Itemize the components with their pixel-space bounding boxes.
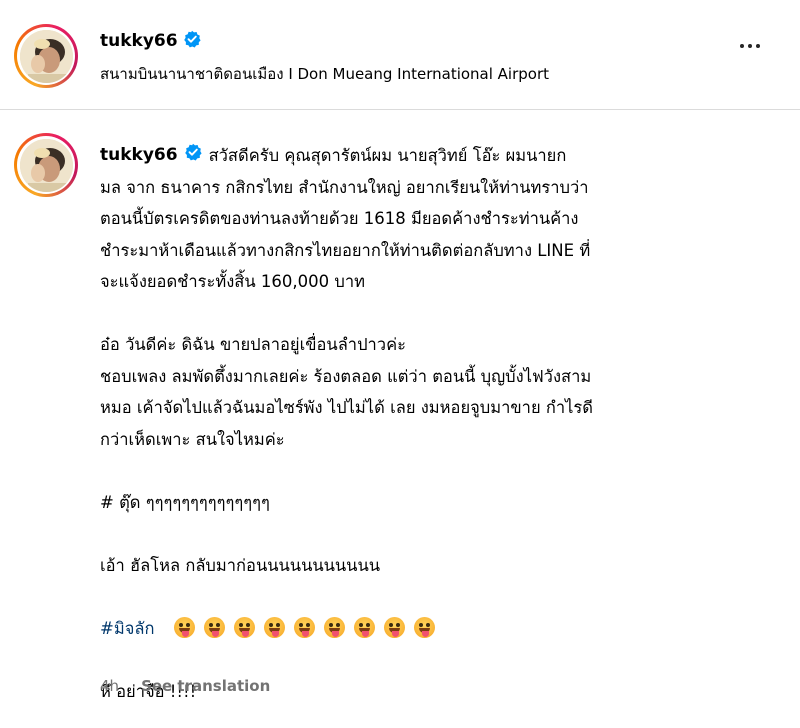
comment-text: tukky66 สวัสดีครับ￼ คุณสุดารัตน์ผม￼ นายส…: [100, 140, 780, 707]
comment-username[interactable]: tukky66: [100, 140, 178, 172]
comment-line: หมอ เค้าจัดไปแล้วฉันมอไซร์พัง ไปไม่ได้ เ…: [100, 398, 593, 417]
comment-line: # ตุ๊ด ๆๆๆๆๆๆๆๆๆๆๆๆๆๆ: [100, 492, 270, 512]
comment-line: สวัสดีครับ￼ คุณสุดารัตน์ผม￼ นายสุวิทย์ โ…: [208, 146, 567, 165]
comment-avatar[interactable]: [14, 133, 78, 197]
zany-face-emoji: [293, 616, 315, 638]
timestamp[interactable]: 4h: [100, 677, 119, 695]
see-translation-button[interactable]: See translation: [141, 677, 270, 695]
comment-line: ตอนนี้บัตรเครดิตของท่านลงท้ายด้วย 1618 ม…: [100, 209, 579, 228]
comment-line: ชำระมาห้าเดือนแล้วทางกสิกรไทยอยากให้ท่าน…: [100, 240, 591, 260]
zany-face-emoji: [203, 616, 225, 638]
comment-line: มล จาก ธนาคาร กสิกรไทย สำนักงานใหญ่ อยาก…: [100, 177, 589, 197]
comment-line: จะแจ้งยอดชำระทั้งสิ้น 160,000 บาท￼: [100, 272, 365, 291]
comment-line: เอ้า ฮัลโหล กลับมาก่อนนนนนนนนนนน: [100, 555, 381, 575]
post-header: tukky66 สนามบินนานาชาติดอนเมือง I Don Mu…: [0, 0, 800, 110]
avatar-image: [19, 29, 73, 83]
avatar[interactable]: [14, 24, 78, 88]
verified-badge-icon: [183, 30, 201, 52]
hashtag-link[interactable]: #มิจลัก: [100, 619, 154, 638]
zany-face-emoji: [413, 616, 435, 638]
comment-line: ชอบเพลง ลมพัดตึ้งมากเลยค่ะ ร้องตลอด แต่ว…: [100, 366, 592, 386]
zany-face-emoji: [233, 616, 255, 638]
emoji-row: [173, 616, 435, 638]
comment-line: อ๋อ วันดีค่ะ ดิฉัน ขายปลาอยู่เขื่อนลำปาว…: [100, 335, 406, 354]
hashtag-line: #มิจลัก: [100, 613, 780, 645]
comment-avatar-image: [19, 138, 73, 192]
verified-badge-icon: [184, 140, 202, 172]
zany-face-emoji: [353, 616, 375, 638]
zany-face-emoji: [263, 616, 285, 638]
comment-meta: 4h See translation: [100, 677, 270, 695]
zany-face-emoji: [323, 616, 345, 638]
more-horizontal-icon[interactable]: [740, 44, 760, 48]
post-location[interactable]: สนามบินนานาชาติดอนเมือง I Don Mueang Int…: [100, 62, 549, 86]
comment-line: กว่าเห็ดเพาะ สนใจไหมค่ะ: [100, 429, 285, 449]
zany-face-emoji: [173, 616, 195, 638]
post-username[interactable]: tukky66: [100, 31, 178, 51]
comment-first-line: tukky66 สวัสดีครับ￼ คุณสุดารัตน์ผม￼ นายส…: [100, 140, 780, 172]
zany-face-emoji: [383, 616, 405, 638]
